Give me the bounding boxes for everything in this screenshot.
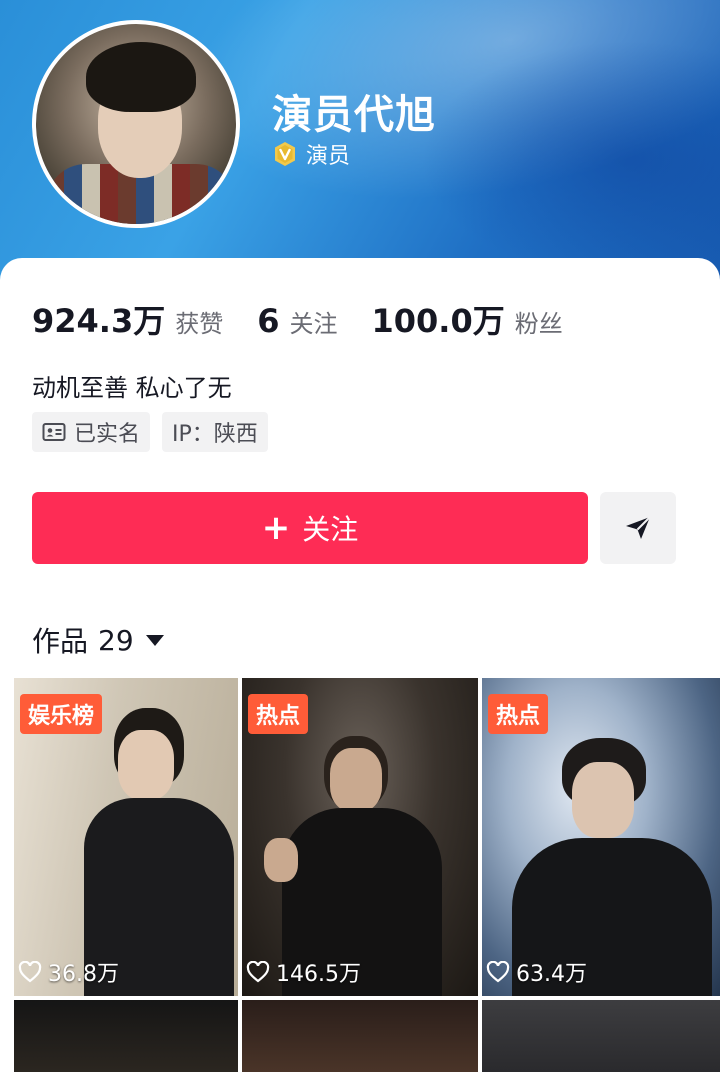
like-count: 63.4万 [486,956,587,988]
works-label: 作品 [32,625,89,658]
hot-badge: 热点 [248,694,309,734]
follow-button[interactable]: + 关注 [32,492,588,564]
post-figure [118,730,174,800]
stat-followers[interactable]: 100.0万 粉丝 [372,296,563,342]
stat-label: 获赞 [175,310,224,338]
avatar[interactable] [32,20,240,228]
stat-likes[interactable]: 924.3万 获赞 [32,296,223,342]
profile-bio: 动机至善 私心了无 [32,374,232,402]
post-tile[interactable] [242,1000,478,1072]
profile-name: 演员代旭 [272,92,436,138]
rank-badge: 娱乐榜 [20,694,103,734]
stat-following[interactable]: 6 关注 [257,302,337,340]
verify-label: 演员 [306,144,351,169]
post-tile[interactable]: 热点 146.5万 [242,678,478,996]
post-figure [330,748,382,812]
stat-label: 关注 [289,310,338,338]
post-tile[interactable] [482,1000,720,1072]
verify-badge: 演员 [272,138,350,170]
tag-label: IP：陕西 [172,422,258,447]
like-count-label: 146.5万 [276,962,361,987]
post-grid: 娱乐榜 36.8万 热点 146.5万 热点 63.4万 [14,678,720,1072]
like-count-label: 63.4万 [516,962,587,987]
send-message-button[interactable] [600,492,676,564]
post-figure [572,762,634,838]
post-tile[interactable]: 娱乐榜 36.8万 [14,678,238,996]
hot-badge: 热点 [488,694,549,734]
follow-label: 关注 [302,513,359,546]
verified-icon [275,142,295,166]
stats-row: 924.3万 获赞 6 关注 100.0万 粉丝 [32,296,597,342]
id-card-icon [42,423,66,441]
post-figure [264,838,298,882]
stat-value: 6 [257,302,280,340]
tag-ip-location: IP：陕西 [162,412,268,452]
profile-card: 924.3万 获赞 6 关注 100.0万 粉丝 动机至善 私心了无 已实名 I… [0,258,720,678]
plus-icon: + [261,508,291,548]
stat-value: 924.3万 [32,302,166,340]
avatar-hair [86,42,196,112]
like-count-label: 36.8万 [48,962,119,987]
post-tile[interactable] [14,1000,238,1072]
stat-value: 100.0万 [371,302,505,340]
works-count: 29 [98,623,134,657]
stat-label: 粉丝 [514,310,563,338]
tag-label: 已实名 [74,422,141,447]
post-tile[interactable]: 热点 63.4万 [482,678,720,996]
tag-real-name: 已实名 [32,412,151,452]
like-count: 146.5万 [246,956,361,988]
heart-icon [486,961,510,983]
profile-tags: 已实名 IP：陕西 [32,412,268,452]
heart-icon [246,961,270,983]
heart-icon [18,961,42,983]
like-count: 36.8万 [18,956,119,988]
works-tab[interactable]: 作品 29 [32,620,164,660]
caret-down-icon [145,634,164,646]
send-icon [626,516,651,539]
